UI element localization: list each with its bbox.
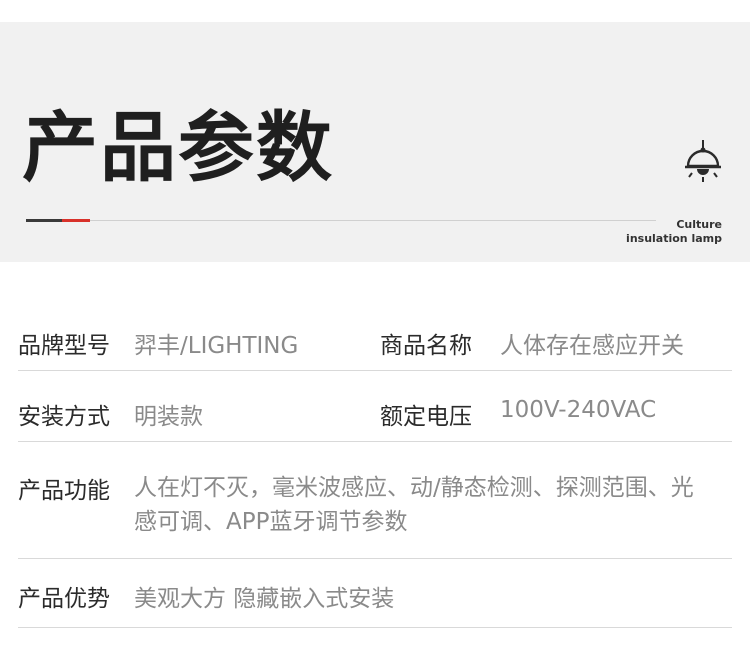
spec-value-product-name: 人体存在感应开关 <box>500 333 684 359</box>
divider-accent-dark <box>26 219 62 222</box>
spec-value-brand: 羿丰/LIGHTING <box>134 333 299 359</box>
spec-label-voltage: 额定电压 <box>380 404 472 430</box>
spec-value-voltage: 100V-240VAC <box>500 397 657 423</box>
page-title: 产品参数 <box>22 103 334 192</box>
header-banner: 产品参数 Culture insulation lamp <box>0 22 750 262</box>
spec-row: 安装方式 明装款 额定电压 100V-240VAC <box>18 371 732 442</box>
ceiling-lamp-icon <box>685 140 721 182</box>
spec-row: 品牌型号 羿丰/LIGHTING 商品名称 人体存在感应开关 <box>18 300 732 371</box>
spec-row: 产品功能 人在灯不灭，毫米波感应、动/静态检测、探测范围、光感可调、APP蓝牙调… <box>18 442 732 559</box>
spec-label-brand: 品牌型号 <box>18 333 110 359</box>
spec-label-function: 产品功能 <box>18 478 110 504</box>
spec-row: 产品优势 美观大方 隐藏嵌入式安装 <box>18 559 732 628</box>
spec-label-product-name: 商品名称 <box>380 333 472 359</box>
tagline-line-1: Culture <box>676 218 722 231</box>
spec-table: 品牌型号 羿丰/LIGHTING 商品名称 人体存在感应开关 安装方式 明装款 … <box>0 300 750 628</box>
tagline: Culture insulation lamp <box>626 218 722 246</box>
spec-label-install: 安装方式 <box>18 404 110 430</box>
spec-value-advantage: 美观大方 隐藏嵌入式安装 <box>134 586 395 612</box>
divider-line <box>26 220 656 221</box>
spec-label-advantage: 产品优势 <box>18 586 110 612</box>
spec-value-function: 人在灯不灭，毫米波感应、动/静态检测、探测范围、光感可调、APP蓝牙调节参数 <box>134 475 694 535</box>
tagline-line-2: insulation lamp <box>626 232 722 245</box>
divider-accent-red <box>62 219 90 222</box>
spec-value-install: 明装款 <box>134 404 203 430</box>
